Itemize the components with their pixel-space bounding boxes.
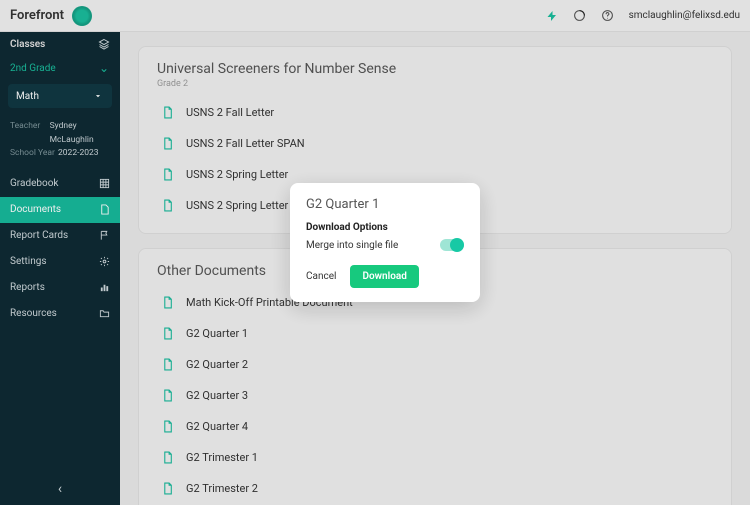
sidebar-item-documents[interactable]: Documents bbox=[0, 197, 120, 223]
document-icon bbox=[98, 204, 110, 216]
document-icon bbox=[161, 419, 174, 434]
sidebar-item-label: Documents bbox=[10, 204, 61, 215]
document-icon bbox=[161, 295, 174, 310]
doc-label: USNS 2 Fall Letter bbox=[186, 106, 274, 119]
merge-toggle[interactable] bbox=[440, 239, 464, 251]
doc-row[interactable]: G2 Quarter 4 bbox=[157, 413, 713, 440]
doc-label: USNS 2 Spring Letter bbox=[186, 168, 288, 181]
document-icon bbox=[161, 136, 174, 151]
layers-icon bbox=[98, 38, 110, 50]
doc-row[interactable]: G2 Quarter 2 bbox=[157, 351, 713, 378]
doc-label: G2 Quarter 4 bbox=[186, 420, 248, 433]
modal-actions: Cancel Download bbox=[306, 265, 464, 288]
doc-row[interactable]: USNS 2 Fall Letter SPAN bbox=[157, 130, 713, 157]
caret-down-icon bbox=[92, 90, 104, 102]
document-icon bbox=[161, 481, 174, 496]
bolt-icon[interactable] bbox=[545, 9, 559, 23]
doc-list: Math Kick-Off Printable DocumentG2 Quart… bbox=[157, 289, 713, 505]
doc-label: G2 Quarter 2 bbox=[186, 358, 248, 371]
sidebar-item-report-cards[interactable]: Report Cards bbox=[0, 223, 120, 249]
sidebar-item-settings[interactable]: Settings bbox=[0, 249, 120, 275]
sidebar-subject-selector[interactable]: Math bbox=[8, 84, 112, 108]
sidebar-classes-label: Classes bbox=[10, 39, 45, 50]
help-icon[interactable] bbox=[601, 9, 615, 23]
doc-label: USNS 2 Fall Letter SPAN bbox=[186, 137, 305, 150]
modal-section-label: Download Options bbox=[306, 222, 464, 233]
sidebar-subject-label: Math bbox=[16, 91, 39, 102]
chevron-left-icon: ‹ bbox=[54, 483, 66, 495]
meta-year-label: School Year bbox=[10, 147, 58, 161]
document-icon bbox=[161, 167, 174, 182]
bar-chart-icon bbox=[98, 282, 110, 294]
sidebar-item-label: Reports bbox=[10, 282, 45, 293]
sidebar: Classes 2nd Grade ⌄ Math Teacher Sydney … bbox=[0, 32, 120, 505]
document-icon bbox=[161, 326, 174, 341]
panel-title: Universal Screeners for Number Sense bbox=[157, 61, 713, 77]
sidebar-item-gradebook[interactable]: Gradebook bbox=[0, 171, 120, 197]
doc-label: G2 Quarter 1 bbox=[186, 327, 248, 340]
sidebar-grade-label: 2nd Grade bbox=[10, 63, 56, 74]
document-icon bbox=[161, 450, 174, 465]
cancel-button[interactable]: Cancel bbox=[306, 271, 336, 282]
download-modal: G2 Quarter 1 Download Options Merge into… bbox=[290, 183, 480, 302]
topbar-right: smclaughlin@felixsd.edu bbox=[545, 9, 740, 23]
doc-label: G2 Quarter 3 bbox=[186, 389, 248, 402]
meta-year-value: 2022-2023 bbox=[58, 147, 99, 161]
chevron-down-icon: ⌄ bbox=[98, 62, 110, 74]
sidebar-item-label: Resources bbox=[10, 308, 57, 319]
sidebar-item-reports[interactable]: Reports bbox=[0, 275, 120, 301]
topbar: Forefront smclaughlin@felixsd.edu bbox=[0, 0, 750, 32]
gear-icon bbox=[98, 256, 110, 268]
document-icon bbox=[161, 388, 174, 403]
flag-icon bbox=[98, 230, 110, 242]
progress-icon[interactable] bbox=[573, 9, 587, 23]
sidebar-grade[interactable]: 2nd Grade ⌄ bbox=[0, 56, 120, 80]
doc-row[interactable]: G2 Trimester 2 bbox=[157, 475, 713, 502]
panel-subtitle: Grade 2 bbox=[157, 79, 713, 89]
sidebar-collapse[interactable]: ‹ bbox=[0, 473, 120, 505]
grid-icon bbox=[98, 178, 110, 190]
doc-label: G2 Trimester 1 bbox=[186, 451, 258, 464]
brand-logo-icon bbox=[72, 6, 92, 26]
doc-label: G2 Trimester 2 bbox=[186, 482, 258, 495]
folder-icon bbox=[98, 308, 110, 320]
meta-teacher-value: Sydney McLaughlin bbox=[50, 120, 110, 147]
sidebar-item-label: Gradebook bbox=[10, 178, 58, 189]
download-button[interactable]: Download bbox=[350, 265, 418, 288]
user-email[interactable]: smclaughlin@felixsd.edu bbox=[629, 10, 740, 21]
sidebar-item-resources[interactable]: Resources bbox=[0, 301, 120, 327]
doc-row[interactable]: G2 Quarter 1 bbox=[157, 320, 713, 347]
doc-row[interactable]: G2 Quarter 3 bbox=[157, 382, 713, 409]
document-icon bbox=[161, 105, 174, 120]
doc-row[interactable]: G2 Trimester 1 bbox=[157, 444, 713, 471]
document-icon bbox=[161, 198, 174, 213]
toggle-row: Merge into single file bbox=[306, 239, 464, 251]
document-icon bbox=[161, 357, 174, 372]
sidebar-classes[interactable]: Classes bbox=[0, 32, 120, 56]
modal-title: G2 Quarter 1 bbox=[306, 197, 464, 212]
meta-teacher-label: Teacher bbox=[10, 120, 50, 147]
sidebar-item-label: Settings bbox=[10, 256, 47, 267]
toggle-label: Merge into single file bbox=[306, 240, 398, 251]
doc-row[interactable]: USNS 2 Fall Letter bbox=[157, 99, 713, 126]
brand-name: Forefront bbox=[10, 8, 64, 23]
sidebar-meta: Teacher Sydney McLaughlin School Year 20… bbox=[0, 116, 120, 171]
sidebar-item-label: Report Cards bbox=[10, 230, 68, 241]
